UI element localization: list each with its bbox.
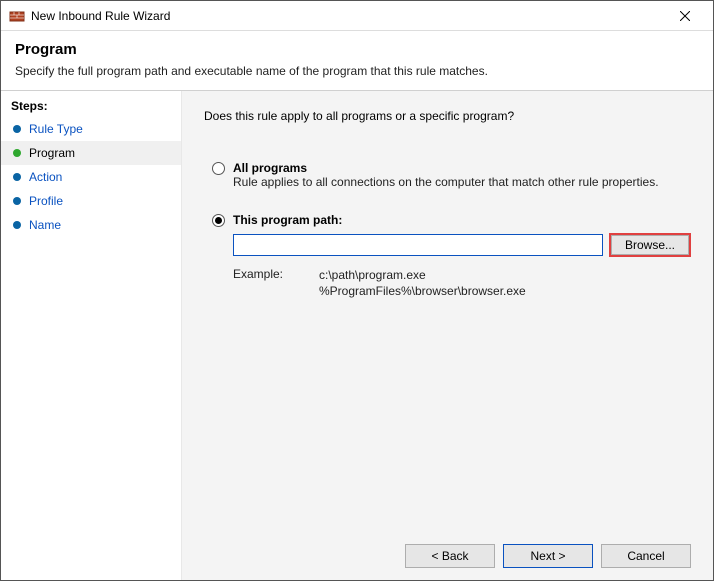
option-label: This program path: [233, 213, 342, 227]
steps-title: Steps: [1, 99, 181, 117]
window-title: New Inbound Rule Wizard [31, 9, 665, 23]
page-subtitle: Specify the full program path and execut… [15, 64, 699, 78]
option-desc: Rule applies to all connections on the c… [233, 175, 691, 191]
steps-sidebar: Steps: Rule Type Program Action Profile … [1, 91, 182, 580]
cancel-button[interactable]: Cancel [601, 544, 691, 568]
option-all-programs: All programs Rule applies to all connect… [212, 161, 691, 191]
close-button[interactable] [665, 2, 705, 30]
bullet-icon [13, 173, 21, 181]
example-paths: c:\path\program.exe %ProgramFiles%\brows… [319, 267, 526, 299]
step-label: Rule Type [29, 122, 83, 136]
step-label: Program [29, 146, 75, 160]
step-profile[interactable]: Profile [1, 189, 181, 213]
step-label: Profile [29, 194, 63, 208]
next-button[interactable]: Next > [503, 544, 593, 568]
option-this-program-path: This program path: Browse... Example: c:… [212, 213, 691, 299]
page-title: Program [15, 41, 699, 58]
step-program[interactable]: Program [1, 141, 181, 165]
firewall-icon [9, 8, 25, 24]
radio-this-program-path[interactable] [212, 214, 225, 227]
program-path-input[interactable] [233, 234, 603, 256]
step-label: Name [29, 218, 61, 232]
step-action[interactable]: Action [1, 165, 181, 189]
browse-button[interactable]: Browse... [609, 233, 691, 257]
step-rule-type[interactable]: Rule Type [1, 117, 181, 141]
bullet-icon [13, 221, 21, 229]
option-label: All programs [233, 161, 307, 175]
example-label: Example: [233, 267, 319, 299]
header: Program Specify the full program path an… [1, 31, 713, 90]
footer-buttons: < Back Next > Cancel [204, 532, 691, 568]
wizard-window: New Inbound Rule Wizard Program Specify … [0, 0, 714, 581]
titlebar: New Inbound Rule Wizard [1, 1, 713, 31]
back-button[interactable]: < Back [405, 544, 495, 568]
question-text: Does this rule apply to all programs or … [204, 109, 691, 123]
bullet-icon [13, 149, 21, 157]
step-name[interactable]: Name [1, 213, 181, 237]
bullet-icon [13, 197, 21, 205]
step-label: Action [29, 170, 62, 184]
radio-all-programs[interactable] [212, 162, 225, 175]
content-pane: Does this rule apply to all programs or … [182, 91, 713, 580]
bullet-icon [13, 125, 21, 133]
body: Steps: Rule Type Program Action Profile … [1, 91, 713, 580]
